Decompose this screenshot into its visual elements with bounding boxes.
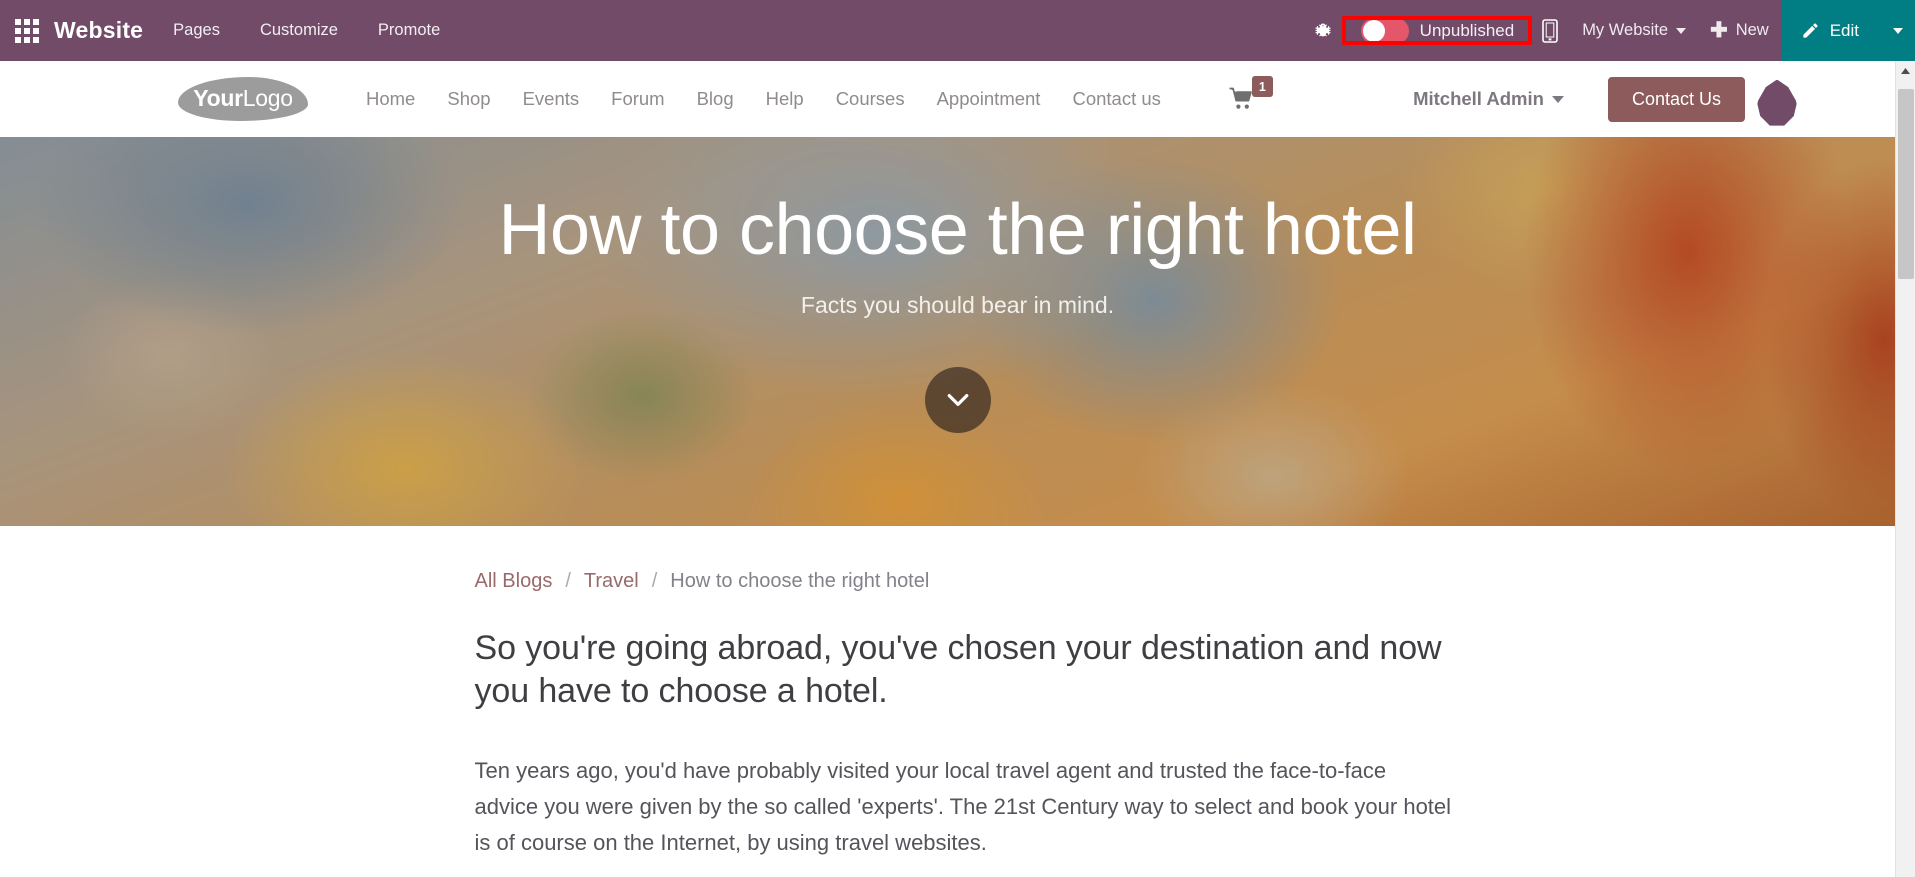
backend-menu-bar: Pages Customize Promote — [153, 0, 460, 61]
menu-pages[interactable]: Pages — [153, 0, 240, 61]
nav-link-help[interactable]: Help — [750, 88, 820, 110]
mobile-preview-button[interactable] — [1530, 0, 1570, 61]
logo-text: Your Logo — [178, 77, 308, 121]
blog-cover-hero: How to choose the right hotel Facts you … — [0, 137, 1915, 526]
apps-grid-icon — [15, 18, 39, 43]
nav-link-events[interactable]: Events — [507, 88, 596, 110]
website-header-right: Mitchell Admin Contact Us — [1413, 76, 1915, 126]
nav-link-courses[interactable]: Courses — [820, 88, 921, 110]
new-button[interactable]: ✚ New — [1698, 0, 1781, 61]
menu-promote[interactable]: Promote — [358, 0, 460, 61]
publish-toggle-group: Unpublished — [1341, 12, 1533, 50]
menu-customize[interactable]: Customize — [240, 0, 358, 61]
nav-link-contact-us[interactable]: Contact us — [1056, 88, 1176, 110]
chevron-down-icon — [1676, 27, 1687, 34]
blog-post-title: How to choose the right hotel — [498, 190, 1417, 270]
apps-menu-button[interactable] — [0, 0, 54, 61]
location-drop-marker-icon — [1757, 79, 1797, 126]
odoo-top-navbar: Website Pages Customize Promote Unpublis… — [0, 0, 1915, 61]
new-button-label: New — [1735, 21, 1769, 39]
logo-text-light: Logo — [242, 84, 293, 111]
user-menu-button[interactable]: Mitchell Admin — [1413, 88, 1564, 110]
blog-post-subtitle: Facts you should bear in mind. — [800, 292, 1115, 319]
systray: Unpublished My Website ✚ New Edit — [1301, 0, 1915, 61]
publish-toggle-button[interactable]: Unpublished — [1351, 12, 1525, 50]
vertical-scrollbar[interactable] — [1895, 61, 1915, 877]
website-logo[interactable]: Your Logo — [178, 77, 308, 121]
website-builder-screen: Website Pages Customize Promote Unpublis… — [0, 0, 1915, 877]
scroll-down-button[interactable] — [924, 367, 991, 434]
cart-count-badge: 1 — [1251, 76, 1273, 97]
website-page-viewport: Your Logo Home Shop Events Forum Blog Hel… — [0, 61, 1915, 877]
hero-content: How to choose the right hotel Facts you … — [0, 137, 1915, 526]
breadcrumb-all-blogs[interactable]: All Blogs — [475, 570, 553, 593]
chevron-down-icon — [1893, 27, 1903, 34]
scrollbar-up-arrow-button[interactable] — [1896, 61, 1915, 81]
chevron-down-icon — [947, 394, 968, 407]
nav-link-home[interactable]: Home — [350, 88, 431, 110]
logo-text-bold: Your — [193, 84, 243, 111]
chevron-down-icon — [1551, 95, 1564, 103]
bug-icon — [1315, 23, 1331, 36]
article-paragraph-1: Ten years ago, you'd have probably visit… — [474, 758, 1452, 855]
breadcrumb: All Blogs / Travel / How to choose the r… — [475, 570, 1453, 593]
breadcrumb-separator: / — [651, 570, 658, 592]
nav-link-appointment[interactable]: Appointment — [921, 88, 1057, 110]
breadcrumb-current-page: How to choose the right hotel — [670, 570, 930, 592]
nav-link-blog[interactable]: Blog — [681, 88, 750, 110]
shopping-cart-button[interactable]: 1 — [1229, 76, 1273, 111]
contact-us-cta-button[interactable]: Contact Us — [1607, 76, 1745, 122]
user-name-label: Mitchell Admin — [1413, 88, 1544, 109]
mobile-phone-icon — [1542, 18, 1558, 43]
edit-button-label: Edit — [1829, 20, 1859, 40]
scrollbar-thumb[interactable] — [1898, 89, 1914, 279]
plus-icon: ✚ — [1710, 19, 1728, 42]
app-brand-name[interactable]: Website — [54, 17, 153, 44]
website-switcher-label: My Website — [1582, 21, 1669, 39]
publish-toggle-switch[interactable] — [1360, 17, 1409, 44]
publish-status-label: Unpublished — [1419, 20, 1515, 40]
pencil-icon — [1803, 23, 1818, 38]
website-header: Your Logo Home Shop Events Forum Blog Hel… — [0, 61, 1915, 137]
edit-dropdown-button[interactable] — [1881, 0, 1915, 61]
breadcrumb-separator: / — [565, 570, 571, 592]
website-main-nav: Home Shop Events Forum Blog Help Courses… — [350, 88, 1177, 110]
blog-article-body: All Blogs / Travel / How to choose the r… — [0, 526, 1915, 861]
nav-link-shop[interactable]: Shop — [431, 88, 506, 110]
edit-button[interactable]: Edit — [1780, 0, 1881, 61]
blog-content-column: All Blogs / Travel / How to choose the r… — [463, 570, 1453, 860]
nav-link-forum[interactable]: Forum — [595, 88, 680, 110]
triangle-up-icon — [1901, 68, 1910, 74]
website-switcher-button[interactable]: My Website — [1570, 0, 1698, 61]
article-lead-paragraph: So you're going abroad, you've chosen yo… — [474, 629, 1442, 711]
breadcrumb-category-travel[interactable]: Travel — [584, 570, 639, 593]
toggle-knob — [1362, 19, 1385, 42]
debug-mode-button[interactable] — [1301, 0, 1345, 61]
